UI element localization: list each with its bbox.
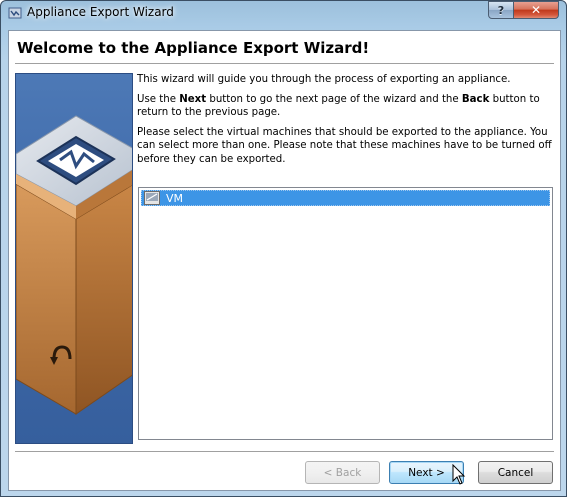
wizard-banner-image [15, 73, 133, 444]
page-title: Welcome to the Appliance Export Wizard! [17, 39, 370, 57]
intro-paragraph-1: This wizard will guide you through the p… [137, 74, 511, 85]
help-icon: ? [497, 3, 505, 17]
vm-list[interactable]: VM [138, 187, 553, 440]
vm-name: VM [166, 191, 184, 205]
wizard-text: This wizard will guide you through the p… [137, 73, 555, 172]
virtualbox-app-icon [8, 7, 22, 19]
wizard-page: Welcome to the Appliance Export Wizard! [8, 30, 561, 491]
list-item[interactable]: VM [141, 190, 550, 206]
close-icon: ✕ [530, 3, 542, 17]
intro-paragraph-3: Please select the virtual machines that … [137, 126, 552, 165]
window-title: Appliance Export Wizard [27, 5, 174, 19]
title-bar[interactable]: Appliance Export Wizard ? ✕ [1, 1, 566, 27]
appliance-box-icon [16, 115, 132, 415]
help-button[interactable]: ? [488, 1, 514, 19]
vm-os-icon [144, 191, 160, 205]
header-separator [15, 63, 554, 65]
mouse-cursor-icon [452, 464, 466, 485]
wizard-window: Appliance Export Wizard ? ✕ Welcome to t… [0, 0, 567, 497]
close-button[interactable]: ✕ [513, 1, 559, 19]
back-button[interactable]: < Back [305, 461, 380, 484]
intro-paragraph-2: Use the Next button to go the next page … [137, 93, 540, 119]
cancel-button[interactable]: Cancel [478, 461, 553, 484]
footer-separator [15, 451, 554, 453]
